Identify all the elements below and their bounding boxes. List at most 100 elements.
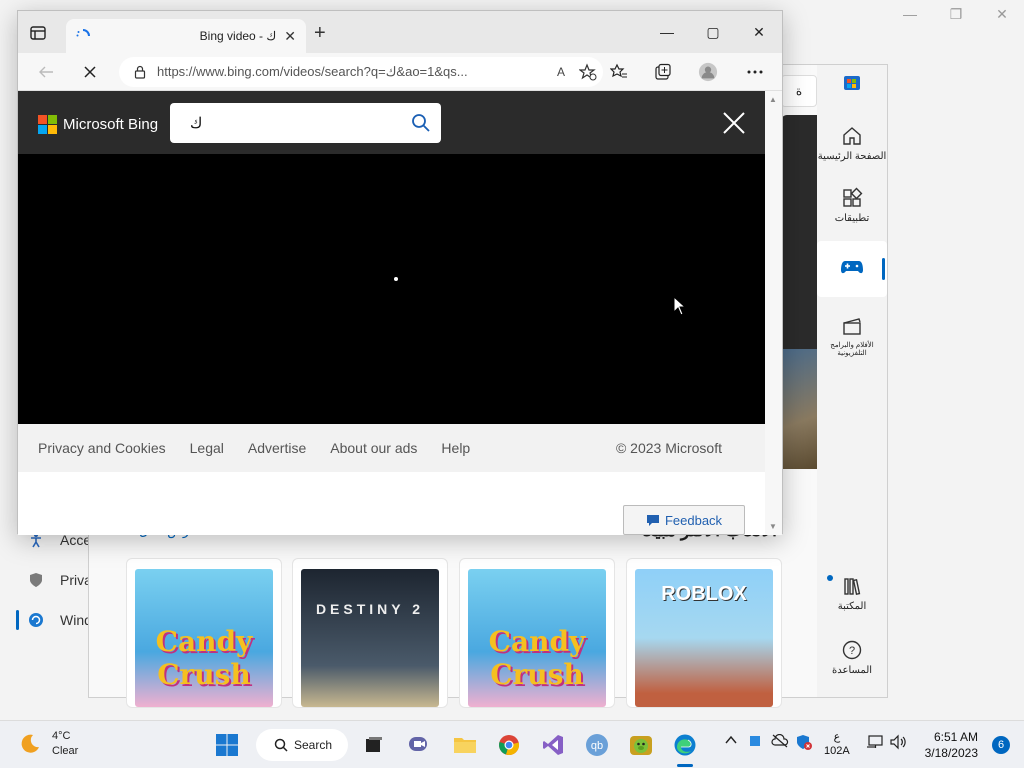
- feedback-icon: [646, 514, 659, 526]
- feedback-label: Feedback: [664, 512, 723, 528]
- url-text: https://www.bing.com/videos/search?q=ك&a…: [157, 64, 468, 79]
- footer-link-privacy[interactable]: Privacy and Cookies: [38, 440, 166, 456]
- footer-link-advertise[interactable]: Advertise: [248, 440, 306, 456]
- file-explorer-button[interactable]: [451, 731, 479, 759]
- rail-help[interactable]: ? المساعدة: [817, 639, 887, 676]
- maximize-button[interactable]: ▢: [690, 11, 736, 53]
- selection-indicator: [16, 610, 19, 630]
- network-tray[interactable]: [866, 734, 884, 753]
- tab-bing-video[interactable]: Bing video - ك ✕: [66, 19, 306, 53]
- bing-video-page: Microsoft Bing ك Privacy and Cookies Leg…: [18, 91, 766, 535]
- profile-avatar-icon: [698, 62, 718, 82]
- game-tile-candy-crush-saga[interactable]: Candy Crush: [459, 558, 615, 708]
- more-dots-icon: [747, 70, 763, 74]
- tab-title: Bing video - ك: [199, 29, 277, 43]
- qbittorrent-icon: qb: [586, 734, 608, 756]
- game-art: DESTINY 2: [301, 569, 439, 707]
- rail-gaming[interactable]: [817, 241, 887, 297]
- scroll-down-icon[interactable]: ▼: [769, 522, 777, 531]
- volume-tray[interactable]: [889, 734, 907, 753]
- back-arrow-icon: [39, 66, 53, 78]
- show-hidden-icons-button[interactable]: [724, 733, 738, 750]
- library-icon: [844, 578, 861, 595]
- back-button[interactable]: [36, 62, 56, 82]
- new-tab-button[interactable]: +: [314, 23, 326, 43]
- tab-actions-icon[interactable]: [28, 23, 48, 43]
- game-tile-roblox[interactable]: ROBLOX: [626, 558, 782, 708]
- tab-close-icon[interactable]: ✕: [284, 28, 296, 45]
- video-player[interactable]: [18, 154, 766, 424]
- taskbar: 4°C Clear Search qb ع 102A 6:51 AM 3/18/…: [0, 720, 1024, 768]
- speaker-icon: [890, 734, 906, 750]
- collections-button[interactable]: [653, 62, 673, 82]
- bing-logo[interactable]: Microsoft Bing: [38, 115, 158, 134]
- store-search-box[interactable]: ة: [781, 75, 817, 107]
- weather-widget[interactable]: 4°C Clear: [18, 729, 78, 759]
- feedback-button[interactable]: Feedback: [623, 505, 745, 535]
- search-icon[interactable]: [411, 113, 431, 133]
- edge-taskbar-button[interactable]: [671, 731, 699, 759]
- gamepad-icon: [841, 261, 863, 274]
- lock-icon[interactable]: [133, 65, 147, 79]
- onedrive-tray[interactable]: [771, 733, 789, 751]
- address-bar[interactable]: https://www.bing.com/videos/search?q=ك&a…: [119, 57, 603, 87]
- windows-update-icon: [29, 613, 43, 627]
- task-view-button[interactable]: [360, 731, 388, 759]
- chrome-button[interactable]: [495, 731, 523, 759]
- clock-date: 3/18/2023: [924, 746, 978, 760]
- bing-search-box[interactable]: ك: [170, 103, 441, 143]
- store-hero-banner[interactable]: [781, 115, 817, 469]
- taskbar-clock[interactable]: 6:51 AM 3/18/2023: [925, 729, 978, 761]
- game-logo-text: Candy Crush: [488, 625, 586, 691]
- game-art: ROBLOX: [635, 569, 773, 707]
- game-tile-destiny-2[interactable]: DESTINY 2: [292, 558, 448, 708]
- footer-link-help[interactable]: Help: [441, 440, 470, 456]
- security-tray[interactable]: [796, 734, 812, 753]
- visual-studio-button[interactable]: [539, 731, 567, 759]
- footer-link-about-ads[interactable]: About our ads: [330, 440, 417, 456]
- settings-more-button[interactable]: [745, 62, 765, 82]
- page-scrollbar[interactable]: ▲ ▼: [765, 91, 782, 535]
- minimize-button[interactable]: —: [644, 11, 690, 53]
- scroll-up-icon[interactable]: ▲: [769, 95, 777, 104]
- bg-close-icon[interactable]: ✕: [994, 6, 1010, 23]
- rail-home[interactable]: الصفحة الرئيسية: [817, 125, 887, 162]
- cloud-offline-icon: [771, 733, 789, 748]
- teams-chat-button[interactable]: [405, 731, 433, 759]
- weather-condition: Clear: [52, 745, 79, 757]
- chrome-icon: [499, 735, 520, 755]
- home-icon: [843, 127, 861, 145]
- rail-movies[interactable]: الأفلام والبرامج التلفزيونية: [817, 315, 887, 357]
- search-icon: [274, 738, 288, 752]
- start-button[interactable]: [213, 731, 241, 759]
- stop-button[interactable]: [80, 62, 100, 82]
- game-app-button[interactable]: [627, 731, 655, 759]
- stop-icon: [84, 66, 96, 78]
- read-aloud-icon[interactable]: A: [557, 65, 565, 79]
- copyright: © 2023 Microsoft: [615, 440, 722, 456]
- footer-link-legal[interactable]: Legal: [190, 440, 224, 456]
- notification-badge[interactable]: 6: [992, 736, 1010, 754]
- favorites-button[interactable]: [609, 62, 629, 82]
- tab-bar: Bing video - ك ✕ + — ▢ ✕: [18, 11, 782, 53]
- bg-minimize-icon[interactable]: —: [902, 6, 918, 23]
- apps-icon: [843, 187, 863, 207]
- taskbar-search[interactable]: Search: [256, 729, 348, 761]
- movies-icon: [843, 318, 861, 335]
- bg-maximize-icon[interactable]: ❐: [948, 6, 964, 23]
- lang-code: 102A: [824, 745, 850, 757]
- qbittorrent-button[interactable]: qb: [583, 731, 611, 759]
- game-tile-candy-crush-soda[interactable]: Candy Crush: [126, 558, 282, 708]
- profile-button[interactable]: [698, 62, 718, 82]
- tray-app-1[interactable]: [748, 734, 762, 751]
- close-overlay-icon[interactable]: [722, 111, 746, 135]
- bing-header: Microsoft Bing ك: [18, 91, 766, 154]
- settings-item-windows-update[interactable]: Wind: [0, 600, 92, 640]
- pig-game-icon: [630, 736, 652, 755]
- settings-item-privacy[interactable]: Priva: [0, 560, 92, 600]
- rail-apps[interactable]: تطبيقات: [817, 187, 887, 224]
- add-favorite-icon[interactable]: [579, 63, 597, 81]
- close-button[interactable]: ✕: [736, 11, 782, 53]
- input-language[interactable]: ع 102A: [824, 730, 850, 758]
- weather-temp: 4°C: [52, 730, 71, 742]
